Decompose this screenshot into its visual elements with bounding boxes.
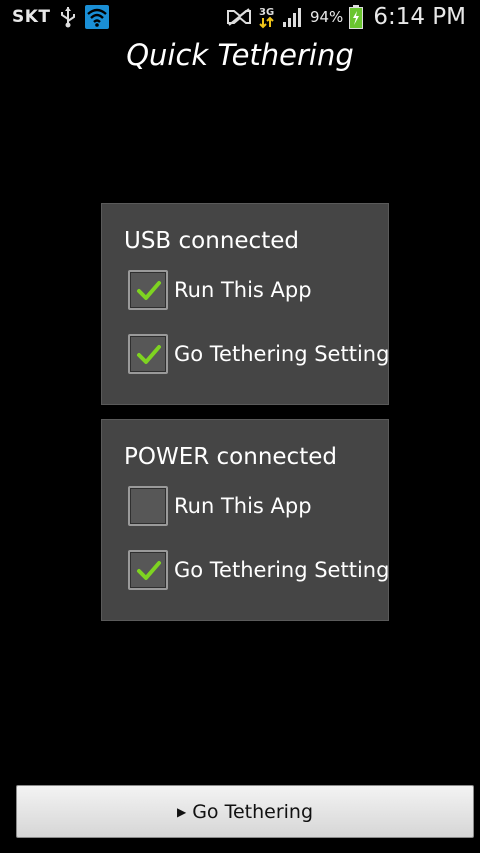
power-go-tethering-setting-checkbox[interactable] bbox=[128, 550, 168, 590]
power-run-app-label: Run This App bbox=[174, 494, 312, 518]
go-tethering-button[interactable]: ▶ Go Tethering bbox=[16, 785, 474, 838]
power-go-tethering-setting-option[interactable]: Go Tethering Setting bbox=[128, 550, 389, 590]
checkmark-icon bbox=[137, 345, 161, 364]
page-title: Quick Tethering bbox=[126, 38, 354, 72]
usb-run-app-checkbox[interactable] bbox=[128, 270, 168, 310]
go-tethering-label: Go Tethering bbox=[192, 800, 314, 823]
battery-icon bbox=[349, 5, 364, 29]
wifi-icon bbox=[84, 5, 109, 29]
power-run-app-option[interactable]: Run This App bbox=[128, 486, 312, 526]
battery-percent: 94% bbox=[309, 8, 344, 26]
network-3g-icon: 3G bbox=[258, 5, 276, 29]
power-go-tethering-setting-label: Go Tethering Setting bbox=[174, 558, 390, 582]
checkmark-icon bbox=[137, 281, 161, 300]
usb-go-tethering-setting-label: Go Tethering Setting bbox=[174, 342, 390, 366]
power-connected-panel: POWER connected Run This App Go Tetherin… bbox=[101, 419, 389, 621]
usb-panel-title: USB connected bbox=[124, 228, 299, 254]
network-3g-label: 3G bbox=[259, 7, 274, 18]
usb-go-tethering-setting-checkbox[interactable] bbox=[128, 334, 168, 374]
usb-go-tethering-setting-option[interactable]: Go Tethering Setting bbox=[128, 334, 389, 374]
usb-connected-panel: USB connected Run This App Go Tethering … bbox=[101, 203, 389, 405]
power-run-app-checkbox[interactable] bbox=[128, 486, 168, 526]
play-arrow-icon: ▶ bbox=[176, 804, 187, 819]
usb-run-app-option[interactable]: Run This App bbox=[128, 270, 312, 310]
usb-run-app-label: Run This App bbox=[174, 278, 312, 302]
usb-icon bbox=[59, 6, 77, 28]
carrier-name: SKT bbox=[12, 7, 51, 27]
clock: 6:14 PM bbox=[373, 4, 466, 30]
mute-icon bbox=[226, 7, 252, 27]
power-panel-title: POWER connected bbox=[124, 444, 337, 470]
status-bar: SKT 3G 94% 6:14 PM bbox=[0, 0, 480, 34]
signal-icon bbox=[282, 6, 304, 28]
checkmark-icon bbox=[137, 561, 161, 580]
